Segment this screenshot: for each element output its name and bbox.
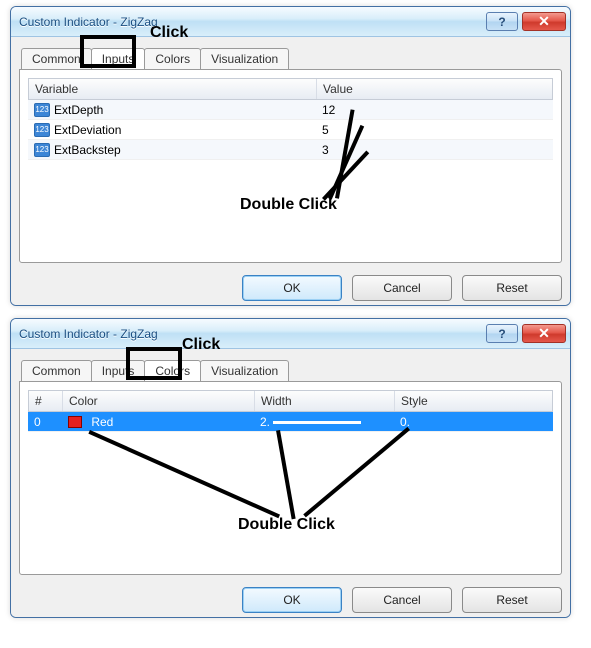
color-swatch-icon bbox=[68, 416, 82, 428]
var-value[interactable]: 3 bbox=[316, 143, 335, 157]
cell-color[interactable]: Red bbox=[62, 415, 254, 429]
var-name: ExtDeviation bbox=[54, 123, 121, 137]
help-button[interactable]: ? bbox=[486, 324, 518, 343]
client-area: Common Inputs Colors Visualization # Col… bbox=[11, 349, 570, 617]
close-button[interactable] bbox=[522, 12, 566, 31]
client-area: Common Inputs Colors Visualization Varia… bbox=[11, 37, 570, 305]
width-preview-icon bbox=[273, 421, 361, 424]
button-row: OK Cancel Reset bbox=[19, 575, 562, 613]
int-icon: 123 bbox=[34, 123, 50, 137]
titlebar[interactable]: Custom Indicator - ZigZag ? bbox=[11, 7, 570, 37]
cell-width[interactable]: 2. bbox=[254, 415, 394, 429]
var-value[interactable]: 12 bbox=[316, 103, 341, 117]
cancel-button[interactable]: Cancel bbox=[352, 275, 452, 301]
list-header: Variable Value bbox=[28, 78, 553, 100]
var-value[interactable]: 5 bbox=[316, 123, 335, 137]
col-variable[interactable]: Variable bbox=[29, 79, 317, 99]
dialog-colors: Custom Indicator - ZigZag ? Common Input… bbox=[10, 318, 571, 618]
help-button[interactable]: ? bbox=[486, 12, 518, 31]
var-name: ExtBackstep bbox=[54, 143, 121, 157]
col-color[interactable]: Color bbox=[63, 391, 255, 411]
width-value: 2. bbox=[260, 415, 270, 429]
tab-visualization[interactable]: Visualization bbox=[200, 48, 289, 69]
tab-panel: # Color Width Style 0 Red 2. 0. bbox=[19, 381, 562, 575]
dialog-inputs: Custom Indicator - ZigZag ? Common Input… bbox=[10, 6, 571, 306]
ok-button[interactable]: OK bbox=[242, 275, 342, 301]
color-name: Red bbox=[91, 415, 113, 429]
tab-inputs[interactable]: Inputs bbox=[91, 48, 146, 69]
table-row[interactable]: 123 ExtDepth 12 bbox=[28, 100, 553, 120]
tab-colors[interactable]: Colors bbox=[144, 48, 201, 69]
tab-colors[interactable]: Colors bbox=[144, 360, 201, 381]
tabstrip: Common Inputs Colors Visualization bbox=[21, 357, 562, 381]
table-row[interactable]: 123 ExtBackstep 3 bbox=[28, 140, 553, 160]
button-row: OK Cancel Reset bbox=[19, 263, 562, 301]
cancel-button[interactable]: Cancel bbox=[352, 587, 452, 613]
col-index[interactable]: # bbox=[29, 391, 63, 411]
tab-inputs[interactable]: Inputs bbox=[91, 360, 146, 381]
cell-style[interactable]: 0. bbox=[394, 415, 416, 429]
col-width[interactable]: Width bbox=[255, 391, 395, 411]
tab-common[interactable]: Common bbox=[21, 360, 92, 381]
tabstrip: Common Inputs Colors Visualization bbox=[21, 45, 562, 69]
window-title: Custom Indicator - ZigZag bbox=[19, 327, 486, 341]
cell-index[interactable]: 0 bbox=[28, 415, 62, 429]
ok-button[interactable]: OK bbox=[242, 587, 342, 613]
reset-button[interactable]: Reset bbox=[462, 587, 562, 613]
tab-panel: Variable Value 123 ExtDepth 12 123 ExtDe… bbox=[19, 69, 562, 263]
col-style[interactable]: Style bbox=[395, 391, 552, 411]
int-icon: 123 bbox=[34, 103, 50, 117]
close-button[interactable] bbox=[522, 324, 566, 343]
tab-visualization[interactable]: Visualization bbox=[200, 360, 289, 381]
titlebar[interactable]: Custom Indicator - ZigZag ? bbox=[11, 319, 570, 349]
var-name: ExtDepth bbox=[54, 103, 103, 117]
table-row[interactable]: 123 ExtDeviation 5 bbox=[28, 120, 553, 140]
reset-button[interactable]: Reset bbox=[462, 275, 562, 301]
int-icon: 123 bbox=[34, 143, 50, 157]
table-row[interactable]: 0 Red 2. 0. bbox=[28, 412, 553, 432]
col-value[interactable]: Value bbox=[317, 79, 552, 99]
window-title: Custom Indicator - ZigZag bbox=[19, 15, 486, 29]
list-header: # Color Width Style bbox=[28, 390, 553, 412]
tab-common[interactable]: Common bbox=[21, 48, 92, 69]
